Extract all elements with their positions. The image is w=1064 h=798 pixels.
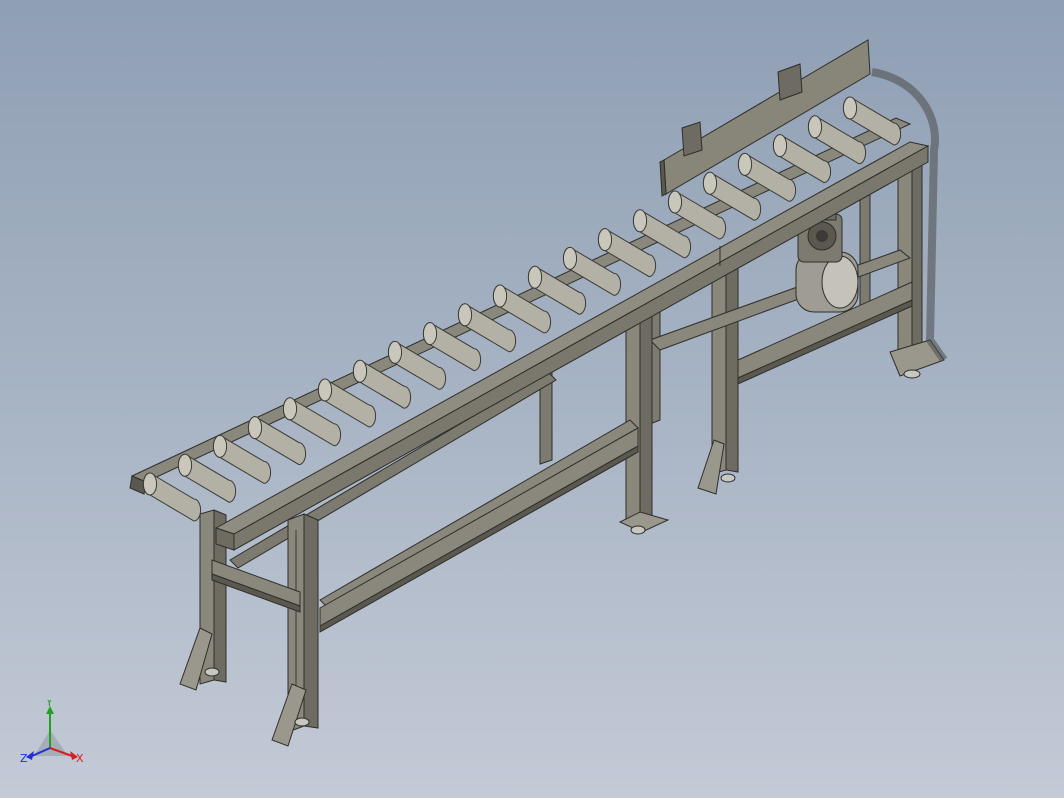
orientation-triad: Y X Z xyxy=(14,696,94,780)
z-axis-label: Z xyxy=(20,752,28,765)
triad-svg: Y X Z xyxy=(20,696,84,765)
y-axis-label: Y xyxy=(45,700,53,709)
roller-group[interactable] xyxy=(142,96,902,522)
drive-section-frame[interactable] xyxy=(649,145,945,495)
x-axis-label: X xyxy=(76,752,84,765)
conveyor-model[interactable] xyxy=(0,0,1064,798)
cad-viewport[interactable]: Y X Z xyxy=(0,0,1064,798)
